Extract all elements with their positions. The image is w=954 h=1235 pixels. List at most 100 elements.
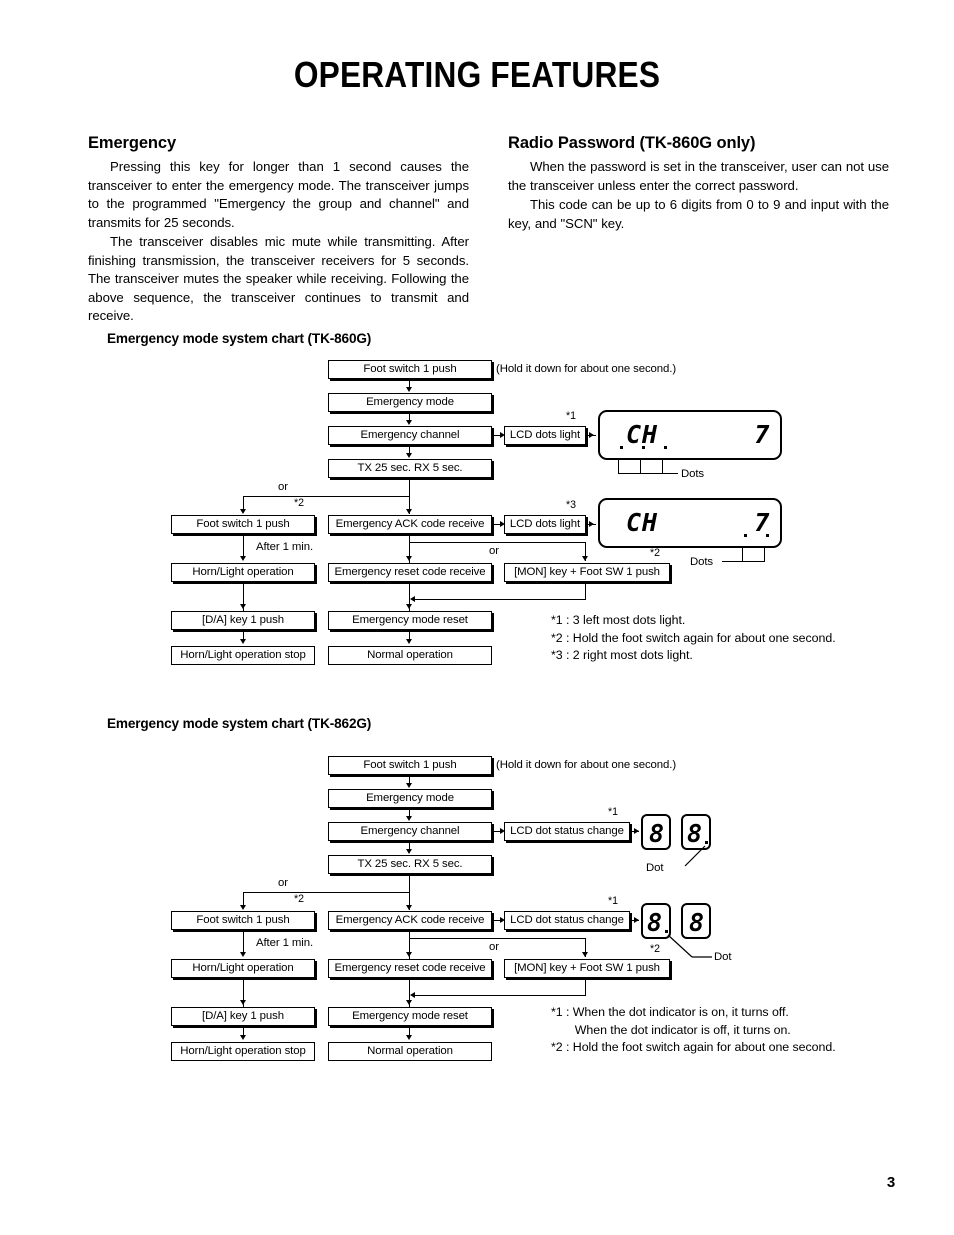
chart2-left-arrow-2	[240, 1000, 246, 1005]
section-heading-radio-password: Radio Password (TK-860G only)	[508, 134, 756, 152]
chart2-branch-bar	[243, 892, 410, 894]
chart1-hold-note: (Hold it down for about one second.)	[496, 363, 677, 375]
chart1-lcd-panel-2: CH 7	[598, 498, 782, 548]
chart2-arrow-branch-left	[240, 905, 246, 910]
chart1-or-label-1: or	[278, 481, 288, 493]
chart2-arrow-2	[406, 816, 412, 821]
chart1-lcd-2-segment-text: CH 7	[626, 508, 771, 537]
chart1-arrow-branch-right	[406, 509, 412, 514]
chart2-or-label-1: or	[278, 877, 288, 889]
chart2-left-connector-1	[243, 930, 245, 954]
page-number: 3	[886, 1174, 896, 1191]
chart1-lcd-1-dot-c	[664, 446, 667, 449]
chart1-box-lcd-dots-light-2: LCD dots light	[504, 515, 586, 534]
chart2-star1-marker-b: *1	[608, 895, 619, 907]
chart1-dots1-leader-bar	[618, 473, 678, 475]
chart1-mon-return-drop	[585, 582, 587, 600]
chart2-arrow-1	[406, 783, 412, 788]
chart1-dots2-leader-a	[742, 548, 744, 562]
chart2-arrow-merge-left	[410, 992, 415, 998]
chart1-lcd-2-dot-a	[744, 534, 747, 537]
emergency-paragraph-1: Pressing this key for longer than 1 seco…	[88, 159, 469, 230]
chart1-star3-marker: *3	[566, 499, 577, 511]
chart2-box-tx-rx: TX 25 sec. RX 5 sec.	[328, 855, 492, 874]
chart2-box-emergency-channel: Emergency channel	[328, 822, 492, 841]
chart1-star2-branch-marker: *2	[294, 497, 305, 509]
chart2-box-horn-light: Horn/Light operation	[171, 959, 315, 978]
chart2-box-foot-switch-top: Foot switch 1 push	[328, 756, 492, 775]
chart1-arrow-branch-left	[240, 509, 246, 514]
chart2-box-horn-light-stop: Horn/Light operation stop	[171, 1042, 315, 1061]
radio-password-paragraph-2: This code can be up to 6 digits from 0 t…	[508, 197, 889, 231]
chart1-right-arrow-1	[406, 556, 412, 561]
chart2-box-normal-operation: Normal operation	[328, 1042, 492, 1061]
chart1-arrow-1	[406, 387, 412, 392]
chart1-dots1-leader-a	[618, 460, 620, 474]
chart1-box-lcd-dots-light-1: LCD dots light	[504, 426, 586, 445]
chart2-star2-mon-marker: *2	[650, 943, 661, 955]
chart2-star1-marker-a: *1	[608, 806, 619, 818]
chart1-left-arrow-1	[240, 556, 246, 561]
chart1-box-horn-light: Horn/Light operation	[171, 563, 315, 582]
chart1-box-emergency-channel: Emergency channel	[328, 426, 492, 445]
chart1-arrow-3	[406, 453, 412, 458]
chart2-box-da-key: [D/A] key 1 push	[171, 1007, 315, 1026]
chart1-box-emergency-reset-code: Emergency reset code receive	[328, 563, 492, 582]
chart1-lcd-1-dot-a	[620, 446, 623, 449]
chart1-box-emergency-mode: Emergency mode	[328, 393, 492, 412]
chart1-lcd-panel-1: CH 7	[598, 410, 782, 460]
page-title: OPERATING FEATURES	[293, 54, 661, 95]
chart2-box-mon-key: [MON] key + Foot SW 1 push	[504, 959, 670, 978]
chart2-arrow-3	[406, 849, 412, 854]
chart1-arrow-lcd-panel1	[589, 432, 594, 438]
chart2-box-foot-switch-left: Foot switch 1 push	[171, 911, 315, 930]
chart2-arrow-branch-right	[406, 905, 412, 910]
chart1-right-arrow-2	[406, 604, 412, 609]
chart1-arrow-merge-left	[410, 596, 415, 602]
chart1-box-da-key: [D/A] key 1 push	[171, 611, 315, 630]
chart1-dots-label-2: Dots	[690, 556, 714, 568]
chart2-heading: Emergency mode system chart (TK-862G)	[107, 716, 372, 731]
chart1-arrow-to-mon	[582, 556, 588, 561]
chart2-box-emergency-ack: Emergency ACK code receive	[328, 911, 492, 930]
chart1-left-connector-1	[243, 534, 245, 558]
chart2-dot-label-1: Dot	[646, 862, 664, 874]
chart1-star1-marker: *1	[566, 410, 577, 422]
chart1-box-foot-switch-left: Foot switch 1 push	[171, 515, 315, 534]
chart2-dot-label-2: Dot	[714, 951, 732, 963]
chart1-arrow-lcd-panel2	[589, 521, 594, 527]
chart1-after-1min-label: After 1 min.	[256, 541, 314, 553]
chart2-left-arrow-3	[240, 1035, 246, 1040]
section-heading-emergency: Emergency	[88, 134, 177, 152]
chart1-dots1-leader-c	[662, 460, 664, 474]
chart1-left-arrow-2	[240, 604, 246, 609]
chart1-box-tx-rx: TX 25 sec. RX 5 sec.	[328, 459, 492, 478]
chart2-arrow-lcd-digit1	[634, 828, 639, 834]
chart1-box-mon-key: [MON] key + Foot SW 1 push	[504, 563, 670, 582]
chart2-box-lcd-dot-status-1: LCD dot status change	[504, 822, 630, 841]
chart2-arrow-to-mon	[582, 952, 588, 957]
chart1-mon-return-bar	[414, 599, 586, 601]
chart2-footnotes: *1 : When the dot indicator is on, it tu…	[551, 1005, 836, 1055]
chart1-arrow-2	[406, 420, 412, 425]
chart2-arrow-lcd-digit2	[634, 917, 639, 923]
chart2-box-emergency-reset-code: Emergency reset code receive	[328, 959, 492, 978]
chart1-heading: Emergency mode system chart (TK-860G)	[107, 331, 372, 346]
chart1-box-foot-switch-top: Foot switch 1 push	[328, 360, 492, 379]
chart1-left-arrow-3	[240, 639, 246, 644]
chart2-box-emergency-mode: Emergency mode	[328, 789, 492, 808]
chart2-hold-note: (Hold it down for about one second.)	[496, 759, 677, 771]
chart1-dots-label-1: Dots	[681, 468, 705, 480]
chart1-dots1-leader-b	[640, 460, 642, 474]
chart1-box-emergency-ack: Emergency ACK code receive	[328, 515, 492, 534]
radio-password-paragraph-1: When the password is set in the transcei…	[508, 159, 889, 193]
chart2-left-arrow-1	[240, 952, 246, 957]
chart2-right-arrow-3	[406, 1035, 412, 1040]
document-page: OPERATING FEATURES Emergency Pressing th…	[0, 0, 954, 1235]
chart1-box-normal-operation: Normal operation	[328, 646, 492, 665]
emergency-paragraph-2: The transceiver disables mic mute while …	[88, 234, 469, 324]
chart2-after-1min-label: After 1 min.	[256, 937, 314, 949]
chart1-box-horn-light-stop: Horn/Light operation stop	[171, 646, 315, 665]
chart2-or-label-2: or	[489, 941, 499, 953]
chart1-footnotes: *1 : 3 left most dots light. *2 : Hold t…	[551, 613, 836, 663]
